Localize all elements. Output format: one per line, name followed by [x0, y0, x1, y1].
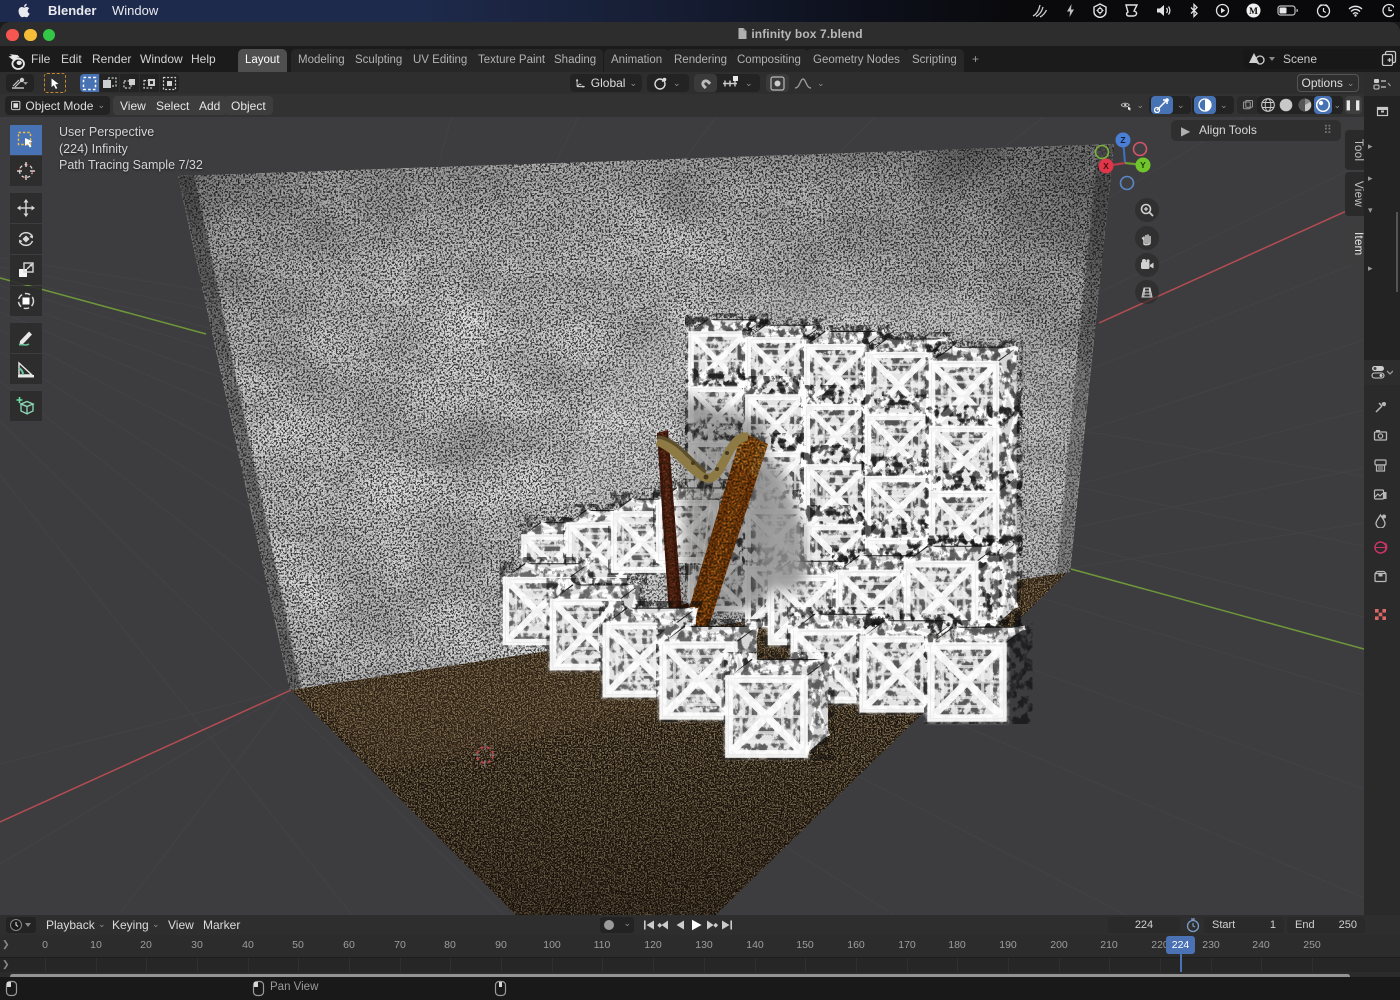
svg-text:X: X [1103, 161, 1109, 171]
svg-text:M: M [1249, 7, 1258, 17]
svg-text:Y: Y [1140, 160, 1146, 170]
svg-text:Z: Z [1120, 135, 1125, 145]
